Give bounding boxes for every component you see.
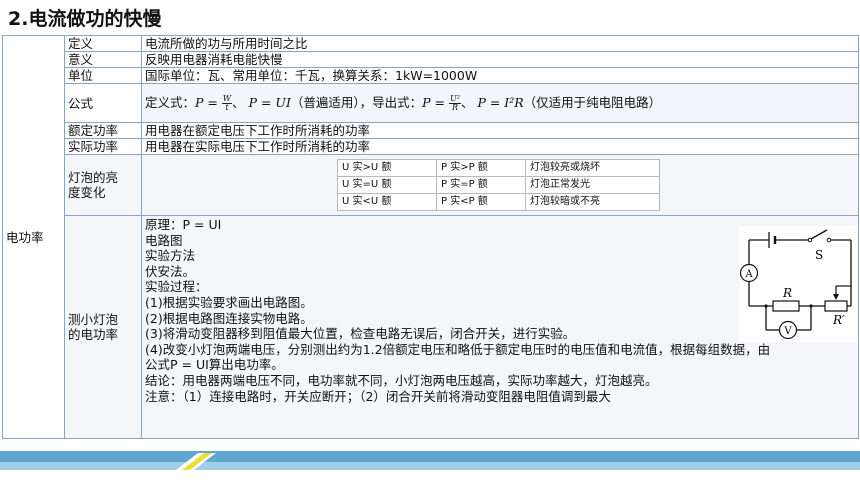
row-actual: 实际功率 用电器在实际电压下工作时所消耗的功率 xyxy=(3,138,859,155)
formula-def-lhs: P = xyxy=(195,94,218,110)
brightness-result: 灯泡较暗或不亮 xyxy=(525,193,660,211)
label-brightness-line2: 度变化 xyxy=(68,185,106,200)
label-formula: 公式 xyxy=(64,83,142,123)
row-header-electric-power: 电功率 xyxy=(2,35,65,439)
measure-line: 伏安法。 xyxy=(145,263,196,279)
resistor-icon xyxy=(772,300,800,312)
footer-band-dark xyxy=(0,451,860,462)
brightness-row: U 实>U 额 P 实>P 额 灯泡较亮或烧坏 xyxy=(337,159,660,177)
label-measure-line1: 测小灯泡 xyxy=(68,312,119,327)
brightness-row: U 实<U 额 P 实<P 额 灯泡较暗或不亮 xyxy=(337,193,660,211)
row-definition: 电功率 定义 电流所做的功与所用时间之比 xyxy=(2,35,859,439)
label-measure: 测小灯泡 的电功率 xyxy=(64,215,142,439)
measure-line: 注意：（1）连接电路时，开关应断开；（2）闭合开关前将滑动变阻器电阻值调到最大 xyxy=(145,388,611,404)
text-rated-power: 用电器在额定电压下工作时所消耗的功率 xyxy=(141,122,859,139)
formula-eq2: P = UI xyxy=(248,94,291,110)
label-definition: 定义 xyxy=(64,35,142,52)
formula-pure-note: （仅适用于纯电阻电路） xyxy=(523,94,662,110)
brightness-row: U 实=U 额 P 实=P 额 灯泡正常发光 xyxy=(337,176,660,194)
measure-line: 实验过程： xyxy=(145,279,208,295)
brightness-u: U 实>U 额 xyxy=(337,159,437,177)
measure-content: 原理：P = UI 电路图 实验方法 伏安法。 实验过程： (1)根据实验要求画… xyxy=(145,216,857,438)
row-rated: 额定功率 用电器在额定电压下工作时所消耗的功率 xyxy=(3,122,859,139)
label-actual-power: 实际功率 xyxy=(64,138,142,155)
measure-cell: 原理：P = UI 电路图 实验方法 伏安法。 实验过程： (1)根据实验要求画… xyxy=(141,215,859,439)
formula-def-prefix: 定义式： xyxy=(145,94,196,110)
formula-general-note: （普遍适用），导出式： xyxy=(290,94,423,110)
measure-line: 电路图 xyxy=(145,232,183,248)
measure-line: (1)根据实验要求画出电路图。 xyxy=(145,294,313,310)
formula-fraction-u2-r: U² R xyxy=(449,94,461,112)
text-actual-power: 用电器在实际电压下工作时所消耗的功率 xyxy=(141,138,859,155)
brightness-p: P 实=P 额 xyxy=(436,176,526,194)
measure-line: 实验方法 xyxy=(145,248,196,264)
measure-line: (2)根据电路图连接实物电路。 xyxy=(145,310,313,326)
measure-lines: 原理：P = UI 电路图 实验方法 伏安法。 实验过程： (1)根据实验要求画… xyxy=(145,217,770,404)
text-formula: 定义式：P = Wt、 P = UI（普遍适用），导出式：P = U² R、 P … xyxy=(141,83,859,123)
text-unit: 国际单位：瓦、常用单位：千瓦，换算关系：1kW=1000W xyxy=(141,67,859,84)
text-definition: 电流所做的功与所用时间之比 xyxy=(141,35,859,52)
brightness-table: U 实>U 额 P 实>P 额 灯泡较亮或烧坏 U 实=U 额 P 实=P 额 … xyxy=(337,159,660,211)
footer-band-light xyxy=(0,462,860,470)
formula-eq3-lhs: P = xyxy=(422,94,446,110)
measure-line: (3)将滑动变阻器移到阻值最大位置，检查电路无误后，闭合开关，进行实验。 xyxy=(145,326,576,342)
rheostat-label: R′ xyxy=(832,313,845,327)
label-brightness-line1: 灯泡的亮 xyxy=(68,170,119,185)
circuit-diagram: S A R R′ V xyxy=(739,226,857,342)
switch-label: S xyxy=(815,248,823,262)
text-meaning: 反映用电器消耗电能快慢 xyxy=(141,51,859,68)
row-unit: 单位 国际单位：瓦、常用单位：千瓦，换算关系：1kW=1000W xyxy=(3,67,859,84)
power-table: 电功率 定义 电流所做的功与所用时间之比 意义 反映用电器消耗电能快慢 单位 国… xyxy=(2,35,859,439)
measure-line: 公式P = UI算出电功率。 xyxy=(145,357,284,373)
ammeter-label: A xyxy=(744,269,753,280)
row-brightness: 灯泡的亮 度变化 U 实>U 额 P 实>P 额 灯泡较亮或烧坏 U 实=U 额… xyxy=(3,154,859,216)
row-meaning: 意义 反映用电器消耗电能快慢 xyxy=(3,51,859,68)
brightness-p: P 实<P 额 xyxy=(436,193,526,211)
brightness-u: U 实=U 额 xyxy=(337,176,437,194)
brightness-cell: U 实>U 额 P 实>P 额 灯泡较亮或烧坏 U 实=U 额 P 实=P 额 … xyxy=(141,154,859,216)
row-formula: 公式 定义式：P = Wt、 P = UI（普遍适用），导出式：P = U² R、… xyxy=(3,83,859,123)
label-measure-line2: 的电功率 xyxy=(68,327,119,342)
formula-sep2: 、 xyxy=(460,94,474,110)
formula-eq4: P = I²R xyxy=(477,94,524,110)
row-measure: 测小灯泡 的电功率 原理：P = UI 电路图 实验方法 伏安法。 实验过程： … xyxy=(3,215,859,439)
page-title: 2.电流做功的快慢 xyxy=(8,8,162,30)
label-brightness: 灯泡的亮 度变化 xyxy=(64,154,142,216)
label-rated-power: 额定功率 xyxy=(64,122,142,139)
measure-line: (4)改变小灯泡两端电压，分别测出约为1.2倍额定电压和略低于额定电压时的电压值… xyxy=(145,341,771,357)
measure-line: 结论：用电器两端电压不同，电功率就不同，小灯泡两电压越高，实际功率越大，灯泡越亮… xyxy=(145,372,658,388)
label-unit: 单位 xyxy=(64,67,142,84)
footer-base xyxy=(0,470,860,484)
voltmeter-label: V xyxy=(783,326,792,337)
brightness-u: U 实<U 额 xyxy=(337,193,437,211)
measure-line: 原理：P = UI xyxy=(145,217,222,232)
frac-denominator: t xyxy=(225,102,229,112)
formula-fraction-w-t: Wt xyxy=(221,94,233,112)
formula-sep1: 、 xyxy=(232,94,245,110)
brightness-result: 灯泡较亮或烧坏 xyxy=(525,159,660,177)
resistor-label: R xyxy=(782,286,792,300)
rheostat-icon xyxy=(824,300,848,312)
frac-denominator: R xyxy=(451,102,458,112)
brightness-result: 灯泡正常发光 xyxy=(525,176,660,194)
label-meaning: 意义 xyxy=(64,51,142,68)
brightness-p: P 实>P 额 xyxy=(436,159,526,177)
